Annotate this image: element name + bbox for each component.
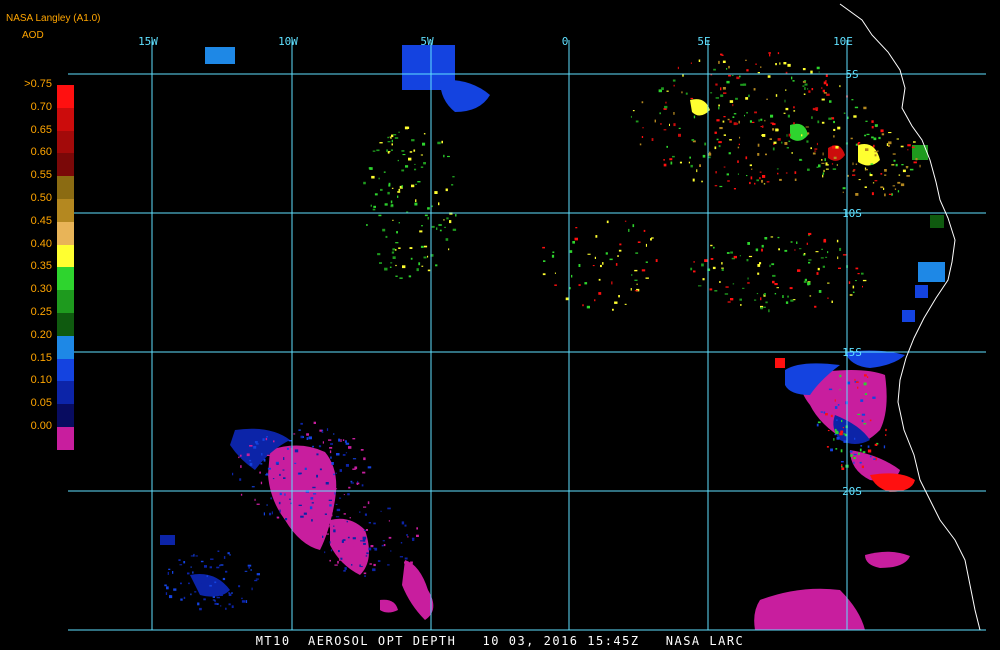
scale-label: 0.70 xyxy=(30,100,52,113)
scale-label: 0.60 xyxy=(30,146,52,159)
scale-swatch xyxy=(57,199,74,223)
lat-lon-grid: 15W 10W 5W 0 5E 10E 5S 10S 15S 20S xyxy=(68,35,986,631)
scale-label: 0.25 xyxy=(30,306,52,318)
longitude-label: 5E xyxy=(697,35,710,48)
scale-swatch xyxy=(57,335,74,360)
variable-label: AOD xyxy=(22,30,44,41)
scale-label: 0.65 xyxy=(30,123,52,136)
scale-swatch xyxy=(57,358,74,382)
scale-label: >0.75 xyxy=(24,78,52,90)
scale-label: 0.15 xyxy=(30,351,52,364)
scale-label: 0.05 xyxy=(30,397,52,410)
scale-swatch xyxy=(57,153,74,177)
scale-swatch xyxy=(57,381,74,405)
scale-swatch xyxy=(57,290,74,314)
scale-swatch xyxy=(57,107,74,132)
scale-swatch xyxy=(57,130,74,154)
longitude-label: 0 xyxy=(562,35,569,48)
scale-swatch xyxy=(57,267,74,291)
scale-label: 0.35 xyxy=(30,260,52,273)
scale-swatch xyxy=(57,313,74,337)
latitude-label: 5S xyxy=(845,68,858,81)
footer-caption: MT10 AEROSOL OPT DEPTH 10 03, 2016 15:45… xyxy=(255,634,745,648)
scale-label: 0.55 xyxy=(30,169,52,182)
longitude-label: 10W xyxy=(278,35,298,48)
scale-swatch xyxy=(57,221,74,246)
scale-label: 0.50 xyxy=(30,192,52,204)
scale-swatch xyxy=(57,404,74,428)
scale-swatch xyxy=(57,176,74,200)
scale-label: 0.40 xyxy=(30,237,52,250)
aerosol-retrievals xyxy=(160,45,945,630)
longitude-label: 5W xyxy=(420,35,434,48)
scale-label: 0.10 xyxy=(30,374,52,387)
latitude-label: 15S xyxy=(842,346,862,359)
latitude-label: 10S xyxy=(842,207,862,220)
longitude-label: 15W xyxy=(138,35,158,48)
source-label: NASA Langley (A1.0) xyxy=(6,13,101,24)
latitude-label: 20S xyxy=(842,485,862,498)
scale-label: 0.00 xyxy=(30,420,52,432)
scale-label: 0.20 xyxy=(30,328,52,341)
aod-map: 15W 10W 5W 0 5E 10E 5S 10S 15S 20S xyxy=(68,3,986,631)
longitude-label: 10E xyxy=(833,35,853,48)
scale-swatch xyxy=(57,244,74,268)
scale-swatch xyxy=(57,427,74,451)
scale-label: 0.45 xyxy=(30,214,52,227)
scale-swatch xyxy=(57,85,74,109)
scale-label: 0.30 xyxy=(30,283,52,296)
